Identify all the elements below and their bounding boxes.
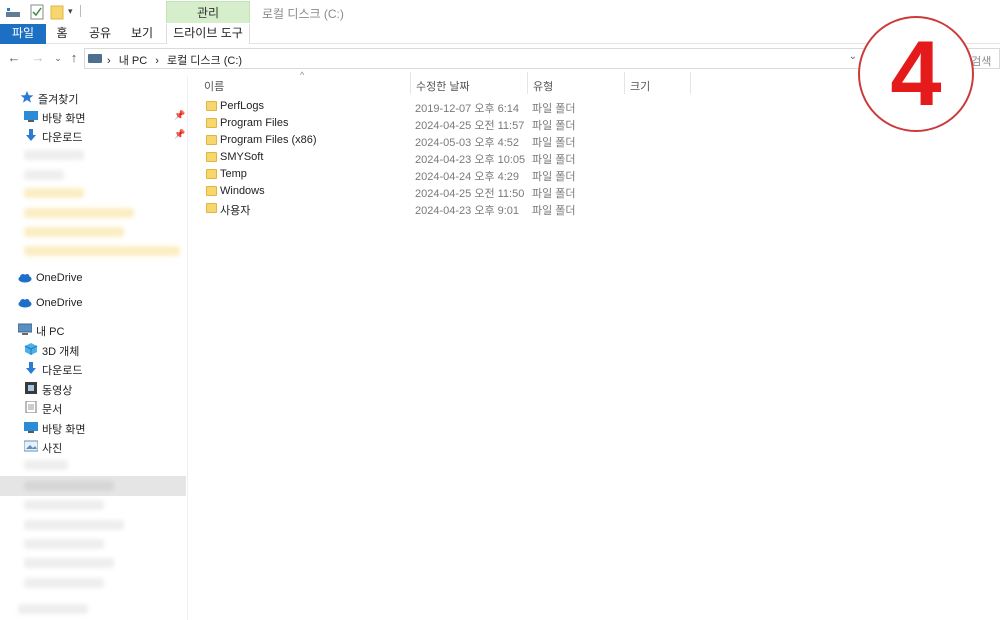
navigation-bar: ← → ⌄ ↑ › 내 PC › 로컬 디스크 (C:) ⌄ ↻ 로컬 디스크 …	[0, 46, 1000, 72]
up-arrow-icon[interactable]: ↑	[66, 50, 82, 66]
obscured-item	[24, 150, 84, 160]
step-number: 4	[890, 23, 942, 125]
pin-icon[interactable]: 📌	[174, 110, 185, 121]
column-modified[interactable]: 수정한 날짜	[416, 78, 470, 94]
list-item[interactable]: Program Files (x86) 2024-05-03 오후 4:52 파…	[200, 132, 590, 149]
tab-share[interactable]: 공유	[82, 24, 118, 44]
properties-icon[interactable]	[30, 4, 44, 20]
customize-toolbar-chevron-icon[interactable]: ▾	[68, 6, 76, 22]
folder-icon	[206, 101, 217, 111]
sidebar-item-videos[interactable]: 동영상	[24, 379, 174, 398]
breadcrumb-sep-icon: ›	[107, 55, 111, 67]
tab-view[interactable]: 보기	[124, 24, 160, 44]
tab-home[interactable]: 홈	[50, 24, 74, 44]
list-item[interactable]: Temp 2024-04-24 오후 4:29 파일 폴더	[200, 166, 590, 183]
sidebar-item-quick-access[interactable]: 즐겨찾기	[20, 88, 180, 107]
sidebar-item-pictures[interactable]: 사진	[23, 437, 174, 456]
download-arrow-icon	[24, 129, 38, 141]
obscured-item	[24, 558, 114, 568]
desktop-icon	[24, 110, 38, 122]
context-tab-manage[interactable]: 관리	[166, 1, 250, 23]
column-name[interactable]: 이름	[204, 78, 224, 94]
toolbar-separator	[80, 5, 81, 17]
step-number-badge: 4	[858, 16, 974, 132]
this-pc-icon	[88, 54, 102, 63]
list-item[interactable]: SMYSoft 2024-04-23 오후 10:05 파일 폴더	[200, 149, 590, 166]
column-divider[interactable]	[527, 72, 528, 94]
folder-icon	[206, 186, 217, 196]
document-icon	[24, 400, 38, 414]
cloud-icon	[18, 297, 32, 309]
list-item[interactable]: 사용자 2024-04-23 오후 9:01 파일 폴더	[200, 200, 590, 217]
column-divider[interactable]	[624, 72, 625, 94]
recent-locations-chevron-icon[interactable]: ⌄	[50, 50, 66, 66]
obscured-item	[24, 208, 134, 218]
column-type[interactable]: 유형	[533, 78, 553, 94]
film-icon	[24, 382, 38, 394]
sidebar-item-desktop[interactable]: 바탕 화면	[24, 107, 174, 126]
obscured-item	[24, 460, 68, 470]
forward-arrow-icon[interactable]: →	[30, 50, 46, 66]
ribbon-tabs: 파일 홈 공유 보기 드라이브 도구	[0, 24, 1000, 44]
folder-icon	[206, 203, 217, 213]
sidebar-item-downloads-pc[interactable]: 다운로드	[24, 359, 174, 378]
sidebar-item-desktop-pc[interactable]: 바탕 화면	[24, 418, 174, 437]
sidebar-item-downloads[interactable]: 다운로드	[24, 126, 174, 145]
obscured-item	[24, 578, 104, 588]
folder-icon	[206, 118, 217, 128]
obscured-item	[24, 520, 124, 530]
breadcrumb-this-pc[interactable]: 내 PC	[119, 55, 147, 67]
folder-icon	[206, 169, 217, 179]
sidebar-item-onedrive[interactable]: OneDrive	[18, 269, 178, 288]
obscured-item	[24, 481, 114, 491]
list-item[interactable]: Program Files 2024-04-25 오전 11:57 파일 폴더	[200, 115, 590, 132]
obscured-item	[18, 604, 88, 614]
sidebar-item-this-pc[interactable]: 내 PC	[17, 320, 178, 339]
sidebar-item-3d-objects[interactable]: 3D 개체	[24, 340, 174, 359]
cube-icon	[24, 343, 38, 355]
star-icon	[20, 91, 34, 103]
pin-icon[interactable]: 📌	[174, 129, 185, 140]
folder-icon	[206, 152, 217, 162]
obscured-item	[24, 539, 104, 549]
breadcrumb: › 내 PC › 로컬 디스크 (C:)	[107, 52, 247, 68]
tab-file[interactable]: 파일	[0, 24, 46, 44]
window-title: 로컬 디스크 (C:)	[262, 7, 344, 21]
list-item[interactable]: Windows 2024-04-25 오전 11:50 파일 폴더	[200, 183, 590, 200]
computer-icon	[17, 323, 33, 335]
address-bar[interactable]: › 내 PC › 로컬 디스크 (C:) ⌄ ↻	[84, 48, 876, 69]
back-arrow-icon[interactable]: ←	[6, 50, 22, 66]
drive-icon	[6, 6, 20, 17]
obscured-item	[24, 170, 64, 180]
download-arrow-icon	[24, 362, 38, 374]
sidebar-item-onedrive-2[interactable]: OneDrive	[18, 294, 178, 313]
desktop-icon	[24, 421, 38, 433]
cloud-icon	[18, 272, 32, 284]
title-bar: ▾ 관리 로컬 디스크 (C:)	[0, 0, 1000, 24]
sort-ascending-icon: ^	[300, 70, 305, 80]
obscured-item	[24, 188, 84, 198]
folder-icon	[206, 135, 217, 145]
sidebar-item-documents[interactable]: 문서	[24, 398, 174, 417]
column-divider[interactable]	[410, 72, 411, 94]
list-item[interactable]: PerfLogs 2019-12-07 오후 6:14 파일 폴더	[200, 98, 590, 115]
breadcrumb-sep-icon: ›	[155, 55, 159, 67]
obscured-item	[24, 500, 104, 510]
column-divider[interactable]	[690, 72, 691, 94]
picture-icon	[23, 440, 39, 452]
tab-drive-tools[interactable]: 드라이브 도구	[166, 24, 250, 44]
breadcrumb-local-disk[interactable]: 로컬 디스크 (C:)	[167, 55, 242, 67]
navigation-pane: 즐겨찾기 바탕 화면 📌 다운로드 📌 OneDrive OneDrive 내 …	[0, 76, 188, 620]
address-dropdown-icon[interactable]: ⌄	[849, 51, 857, 62]
obscured-item	[24, 227, 124, 237]
obscured-item	[24, 246, 180, 256]
column-size[interactable]: 크기	[630, 78, 650, 94]
new-folder-icon[interactable]	[50, 4, 64, 20]
